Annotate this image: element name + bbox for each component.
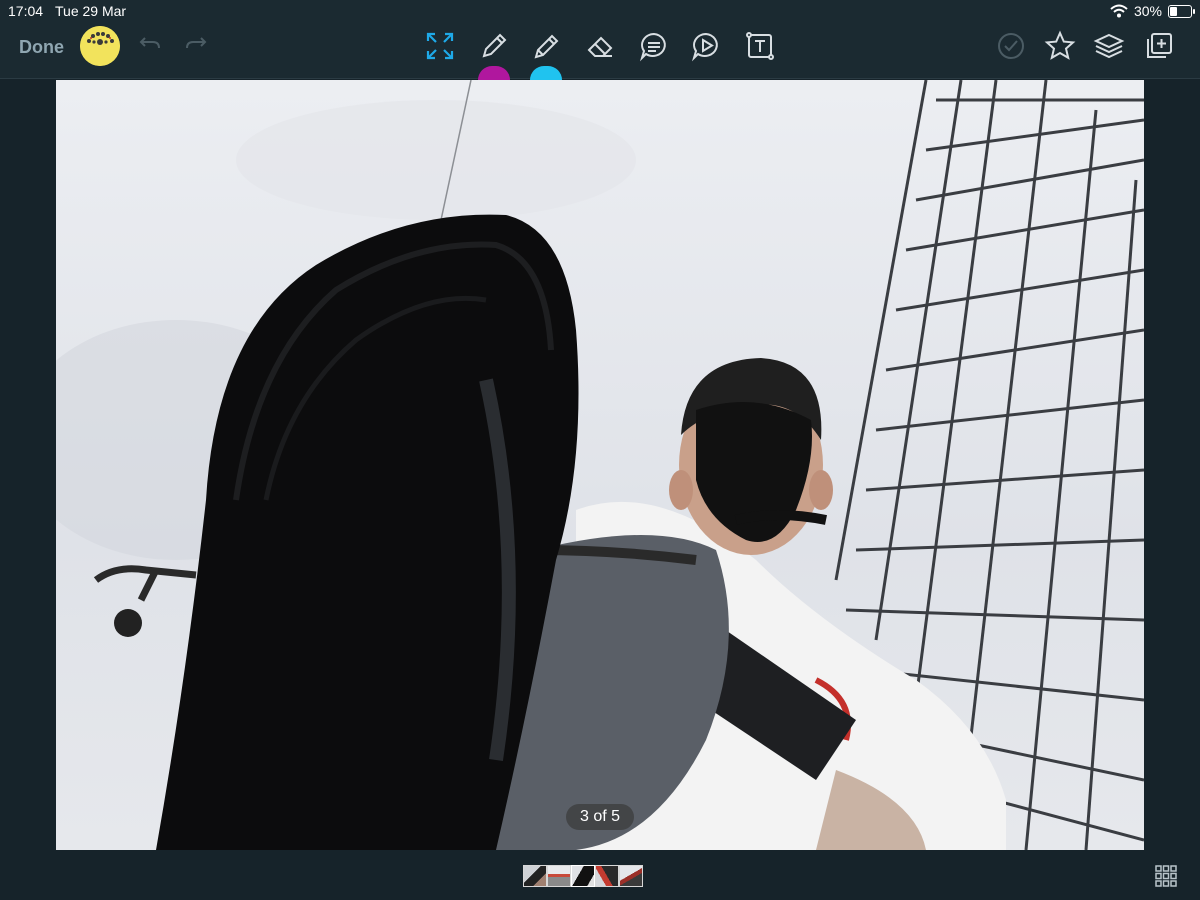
page-counter: 3 of 5	[566, 804, 634, 830]
done-button[interactable]: Done	[19, 37, 64, 58]
filmstrip	[0, 850, 1200, 900]
avatar[interactable]	[80, 26, 120, 66]
battery-icon	[1168, 4, 1195, 18]
photo-canvas[interactable]: 3 of 5	[56, 80, 1144, 850]
battery-fill	[1170, 6, 1177, 16]
pen-color-indicator	[478, 66, 510, 80]
thumbnail-1[interactable]	[523, 865, 547, 887]
eraser-icon[interactable]	[584, 30, 616, 62]
status-date: Tue 29 Mar	[55, 3, 127, 19]
status-right: 30%	[1110, 3, 1195, 19]
thumbnail-5[interactable]	[619, 865, 643, 887]
thumbnail-4[interactable]	[595, 865, 619, 887]
grid-view-icon[interactable]	[1155, 865, 1177, 887]
thumbnail-strip	[523, 865, 643, 887]
play-icon[interactable]	[690, 30, 722, 62]
photo-image	[56, 80, 1144, 850]
wifi-icon	[1110, 4, 1128, 18]
highlighter-icon[interactable]	[530, 30, 562, 62]
redo-icon[interactable]	[182, 30, 214, 62]
undo-icon[interactable]	[132, 30, 164, 62]
highlighter-color-indicator	[530, 66, 562, 80]
thumbnail-3[interactable]	[571, 865, 595, 887]
expand-icon[interactable]	[424, 30, 456, 62]
toolbar: Done	[0, 22, 1200, 80]
text-box-icon[interactable]	[744, 30, 776, 62]
star-icon[interactable]	[1044, 30, 1076, 62]
layers-icon[interactable]	[1093, 30, 1125, 62]
add-square-icon[interactable]	[1143, 30, 1175, 62]
status-time: 17:04	[8, 3, 44, 19]
battery-percent: 30%	[1133, 3, 1162, 19]
thumbnail-2[interactable]	[547, 865, 571, 887]
speech-bubble-icon[interactable]	[638, 30, 670, 62]
status-bar: 17:04 Tue 29 Mar 30%	[0, 0, 1200, 22]
pencil-icon[interactable]	[478, 30, 510, 62]
checkmark-circle-icon[interactable]	[995, 30, 1027, 62]
